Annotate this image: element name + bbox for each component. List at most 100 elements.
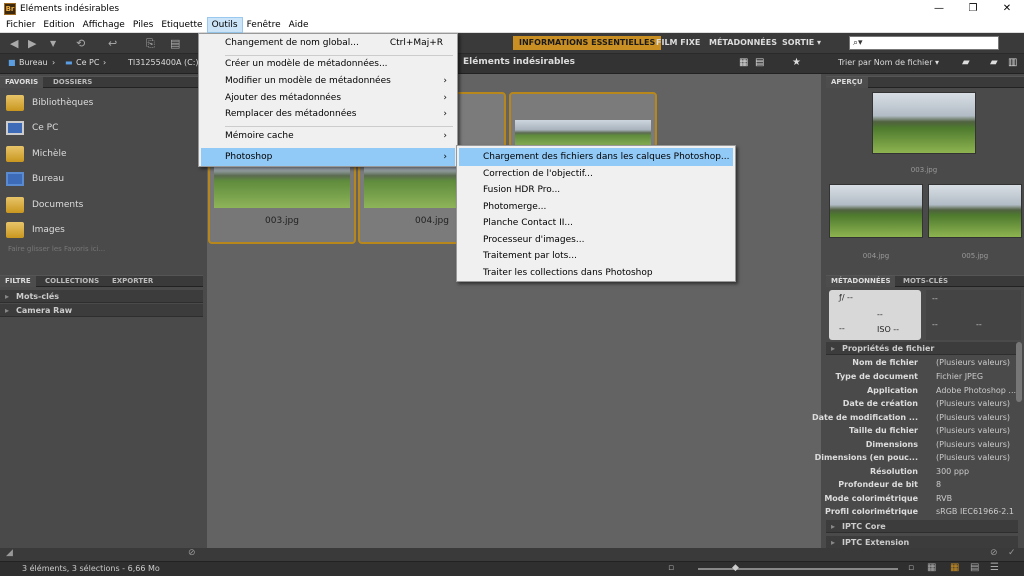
trash-icon[interactable]: ▥ — [1008, 57, 1017, 68]
forward-arrow-icon[interactable]: ▶ — [28, 37, 36, 50]
menu-edition[interactable]: Edition — [39, 17, 78, 33]
menu-etiquette[interactable]: Etiquette — [157, 17, 206, 33]
details-view-icon[interactable]: ▤ — [970, 562, 979, 573]
menu-item-cache[interactable]: Mémoire cache › — [201, 127, 455, 145]
favorite-item[interactable]: Ce PC — [6, 117, 58, 139]
list-view-icon[interactable]: ☰ — [990, 562, 999, 573]
zoom-out-icon[interactable]: ▫ — [668, 563, 674, 573]
menu-item-photoshop[interactable]: Photoshop › — [201, 148, 455, 166]
favorite-item[interactable]: Bibliothèques — [6, 92, 93, 114]
preview-image[interactable] — [829, 184, 923, 238]
filter-keywords[interactable]: Mots-clés — [0, 290, 203, 303]
tab-favoris[interactable]: FAVORIS — [0, 77, 44, 88]
menu-item-load-layers[interactable]: Chargement des fichiers dans les calques… — [459, 148, 733, 166]
thumbnail-size-slider[interactable] — [698, 568, 898, 570]
exif-box: ƒ/ -- -- -- ISO -- — [829, 290, 921, 340]
property-value: 300 ppp — [936, 467, 970, 476]
status-bar: 3 éléments, 3 sélections - 6,66 Mo ▫ ◆ ▫… — [0, 561, 1024, 576]
tab-metadonnees[interactable]: MÉTADONNÉES — [826, 276, 896, 287]
breadcrumb-bureau[interactable]: Bureau — [19, 58, 48, 67]
tab-collections[interactable]: COLLECTIONS — [40, 276, 104, 287]
menu-item-edit-template[interactable]: Modifier un modèle de métadonnées › — [201, 72, 455, 90]
thumbnail-view-icon[interactable]: ▦ — [950, 562, 959, 573]
breadcrumb-drive[interactable]: TI31255400A (C:) — [128, 58, 199, 67]
favorite-label: Michèle — [32, 149, 67, 159]
sort-dropdown[interactable]: Trier par Nom de fichier ▾ — [838, 58, 939, 67]
menu-item-replace-metadata[interactable]: Remplacer des métadonnées › — [201, 105, 455, 123]
favorite-item[interactable]: Images — [6, 219, 65, 241]
thumbnail[interactable] — [509, 92, 657, 148]
menu-item-create-template[interactable]: Créer un modèle de métadonnées... — [201, 55, 455, 73]
menu-item-batch[interactable]: Traitement par lots... — [459, 247, 733, 265]
tab-mots-cles[interactable]: MOTS-CLÉS — [898, 276, 953, 287]
workspace-metadata[interactable]: MÉTADONNÉES — [703, 36, 783, 50]
clear-filter-icon[interactable]: ⊘ — [188, 548, 196, 558]
property-key: Profondeur de bit — [838, 480, 918, 489]
grid-lock-icon[interactable]: ▦ — [927, 562, 936, 573]
property-key: Date de création — [842, 399, 918, 408]
menu-aide[interactable]: Aide — [285, 17, 313, 33]
cancel-icon[interactable]: ⊘ — [990, 548, 998, 558]
property-key: Taille du fichier — [849, 426, 918, 435]
property-row: Résolution 300 ppp — [826, 467, 1016, 480]
menu-affichage[interactable]: Affichage — [79, 17, 129, 33]
breadcrumb-ce-pc[interactable]: Ce PC — [76, 58, 99, 67]
menu-item-label: Mémoire cache — [225, 131, 294, 141]
section-iptc-core[interactable]: IPTC Core — [826, 520, 1018, 533]
menu-item-process-collections[interactable]: Traiter les collections dans Photoshop — [459, 264, 733, 282]
metadata-scrollbar[interactable] — [1016, 342, 1022, 402]
status-text: 3 éléments, 3 sélections - 6,66 Mo — [22, 564, 160, 573]
recent-folder-icon[interactable]: ⟲ — [76, 37, 85, 50]
aperture-value: ƒ/ -- — [839, 293, 853, 302]
star-filter-icon[interactable]: ★ — [792, 57, 801, 68]
property-row: Taille du fichier (Plusieurs valeurs) — [826, 426, 1016, 439]
boomerang-icon[interactable]: ↩ — [108, 37, 117, 50]
search-input[interactable]: ⌕▾ — [849, 36, 999, 50]
menu-item-label: Ajouter des métadonnées — [225, 93, 342, 103]
workspace-output[interactable]: SORTIE ▾ — [776, 36, 827, 50]
refine-icon[interactable]: ▤ — [170, 37, 180, 50]
tab-apercu[interactable]: APERÇU — [826, 77, 868, 88]
menu-item-hdr-pro[interactable]: Fusion HDR Pro... — [459, 181, 733, 199]
filter-icon[interactable]: ◢ — [6, 548, 13, 558]
menu-outils[interactable]: Outils — [206, 16, 243, 33]
section-file-properties[interactable]: Propriétés de fichier — [826, 342, 1018, 355]
workspace-essentials[interactable]: INFORMATIONS ESSENTIELLES — [513, 36, 662, 50]
menu-fichier[interactable]: Fichier — [2, 17, 39, 33]
outils-menu: Changement de nom global... Ctrl+Maj+R Cr… — [198, 33, 458, 167]
favorite-item[interactable]: Bureau — [6, 168, 64, 190]
bridge-app-icon: Br — [4, 2, 16, 15]
favorite-item[interactable]: Documents — [6, 194, 83, 216]
tab-filtre[interactable]: FILTRE — [0, 276, 36, 287]
maximize-button[interactable]: ❐ — [956, 3, 990, 14]
minimize-button[interactable]: — — [922, 3, 956, 14]
workspace-filmstrip[interactable]: FILM FIXE — [650, 36, 706, 50]
new-folder-icon[interactable]: ▰ — [990, 57, 998, 68]
menu-item-contact-sheet[interactable]: Planche Contact II... — [459, 214, 733, 232]
tab-dossiers[interactable]: DOSSIERS — [48, 77, 97, 88]
zoom-in-icon[interactable]: ▫ — [908, 563, 914, 573]
property-value: (Plusieurs valeurs) — [936, 399, 1011, 408]
menu-item-shortcut: Ctrl+Maj+R — [389, 38, 443, 48]
window-title: Eléments indésirables — [20, 3, 120, 14]
favorite-item[interactable]: Michèle — [6, 143, 67, 165]
preview-image[interactable] — [872, 92, 976, 154]
menu-piles[interactable]: Piles — [129, 17, 157, 33]
property-value: 8 — [936, 480, 942, 489]
chevron-down-icon[interactable]: ▼ — [50, 39, 56, 48]
back-arrow-icon[interactable]: ◀ — [10, 37, 18, 50]
menu-item-batch-rename[interactable]: Changement de nom global... Ctrl+Maj+R — [201, 34, 455, 52]
slider-handle[interactable]: ◆ — [732, 563, 739, 573]
list-view-icon[interactable]: ▤ — [755, 57, 764, 68]
tab-exporter[interactable]: EXPORTER — [107, 276, 158, 287]
filter-camera-raw[interactable]: Camera Raw — [0, 304, 203, 317]
favorite-label: Bureau — [32, 174, 65, 184]
apply-icon[interactable]: ✓ — [1008, 548, 1016, 558]
exif-cell: -- — [932, 320, 938, 329]
camera-icon[interactable]: ⎘ — [146, 37, 155, 51]
grid-view-icon[interactable]: ▦ — [739, 57, 748, 68]
open-folder-icon[interactable]: ▰ — [962, 57, 970, 68]
close-button[interactable]: ✕ — [990, 3, 1024, 14]
preview-image[interactable] — [928, 184, 1022, 238]
menu-fenetre[interactable]: Fenêtre — [243, 17, 285, 33]
